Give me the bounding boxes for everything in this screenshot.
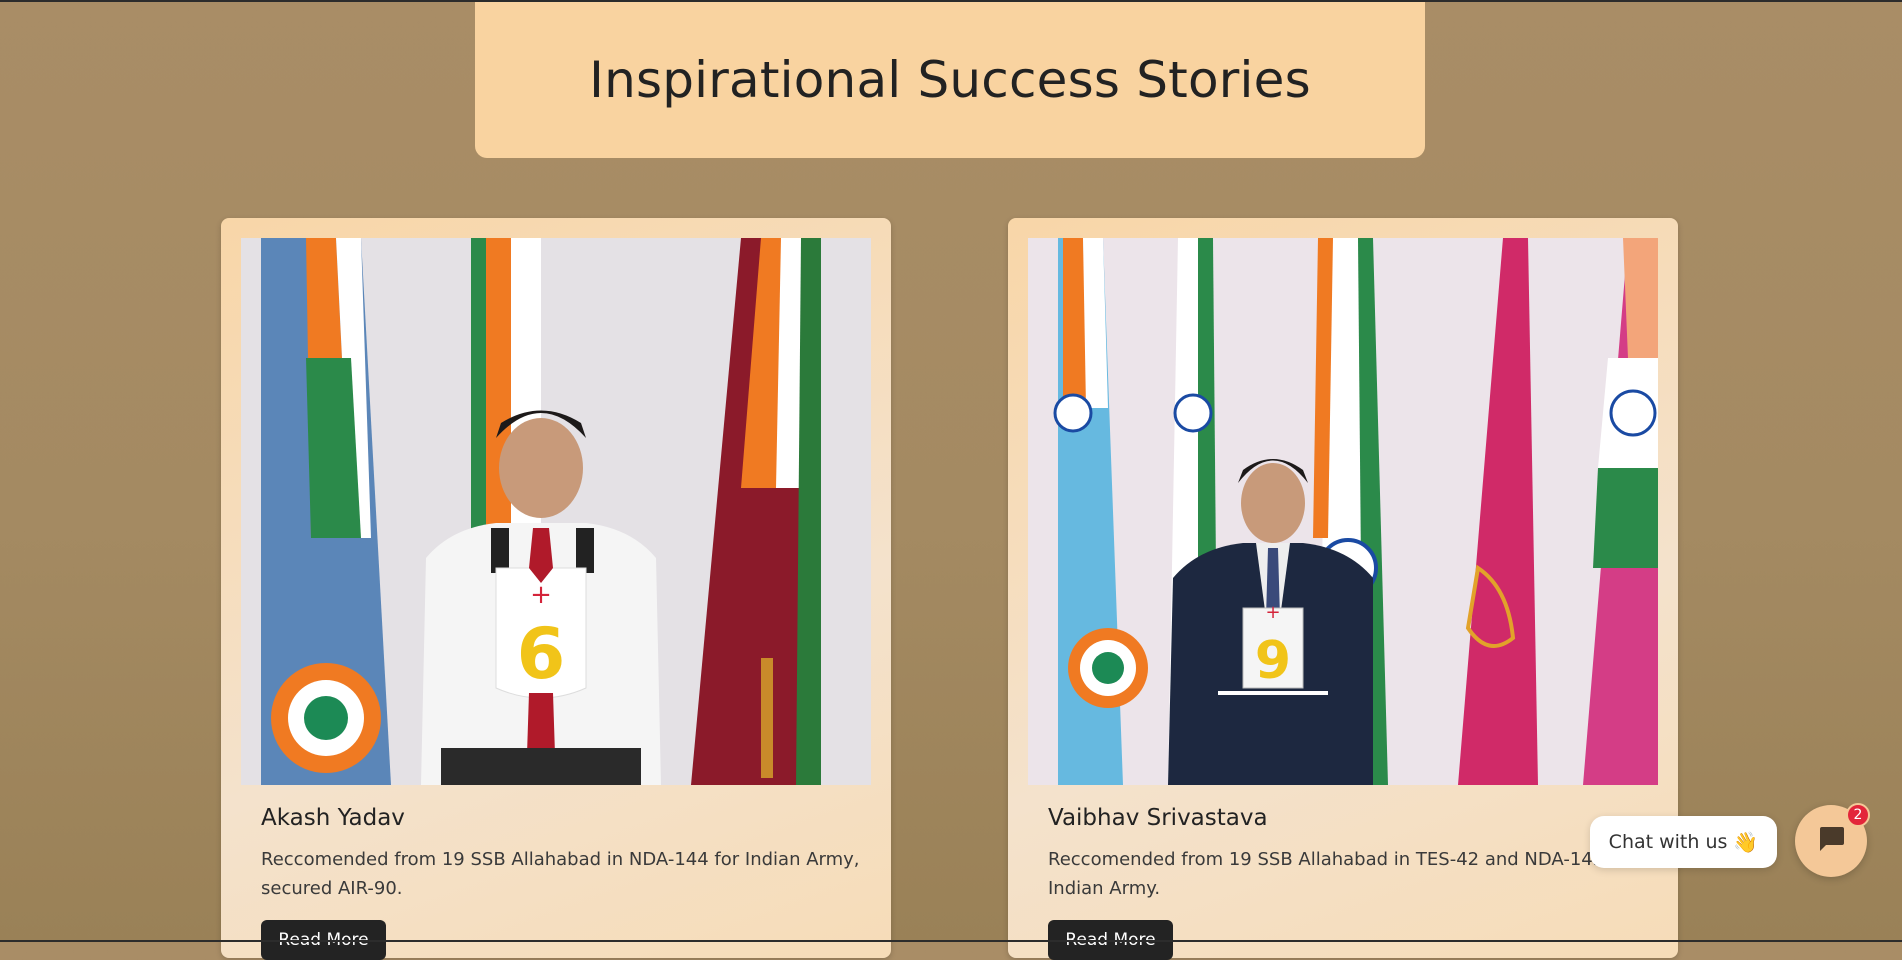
unread-badge: 2 — [1846, 803, 1870, 827]
chat-bubble-icon — [1816, 825, 1846, 857]
story-photo: + 9 — [1028, 238, 1658, 785]
svg-text:+: + — [530, 580, 552, 610]
section-header: Inspirational Success Stories — [475, 2, 1425, 158]
chat-prompt-bubble[interactable]: Chat with us 👋 — [1590, 816, 1777, 868]
story-name: Vaibhav Srivastava — [1048, 805, 1268, 831]
section-title: Inspirational Success Stories — [589, 51, 1311, 109]
chat-prompt-label: Chat with us — [1608, 831, 1728, 853]
story-card-vaibhav-srivastava: + 9 Vaibhav Srivastava Reccomended from … — [1008, 218, 1678, 960]
svg-text:9: 9 — [1255, 631, 1291, 691]
story-description: Reccomended from 19 SSB Allahabad in TES… — [1048, 849, 1635, 899]
story-name: Akash Yadav — [261, 805, 405, 831]
story-photo: + 6 — [241, 238, 871, 785]
svg-text:+: + — [1265, 602, 1280, 623]
story-card-akash-yadav: + 6 Akash Yadav Reccomended from 19 SSB … — [221, 218, 891, 960]
svg-text:6: 6 — [517, 613, 566, 695]
wave-icon: 👋 — [1733, 830, 1759, 854]
story-description: Reccomended from 19 SSB Allahabad in NDA… — [261, 849, 860, 899]
